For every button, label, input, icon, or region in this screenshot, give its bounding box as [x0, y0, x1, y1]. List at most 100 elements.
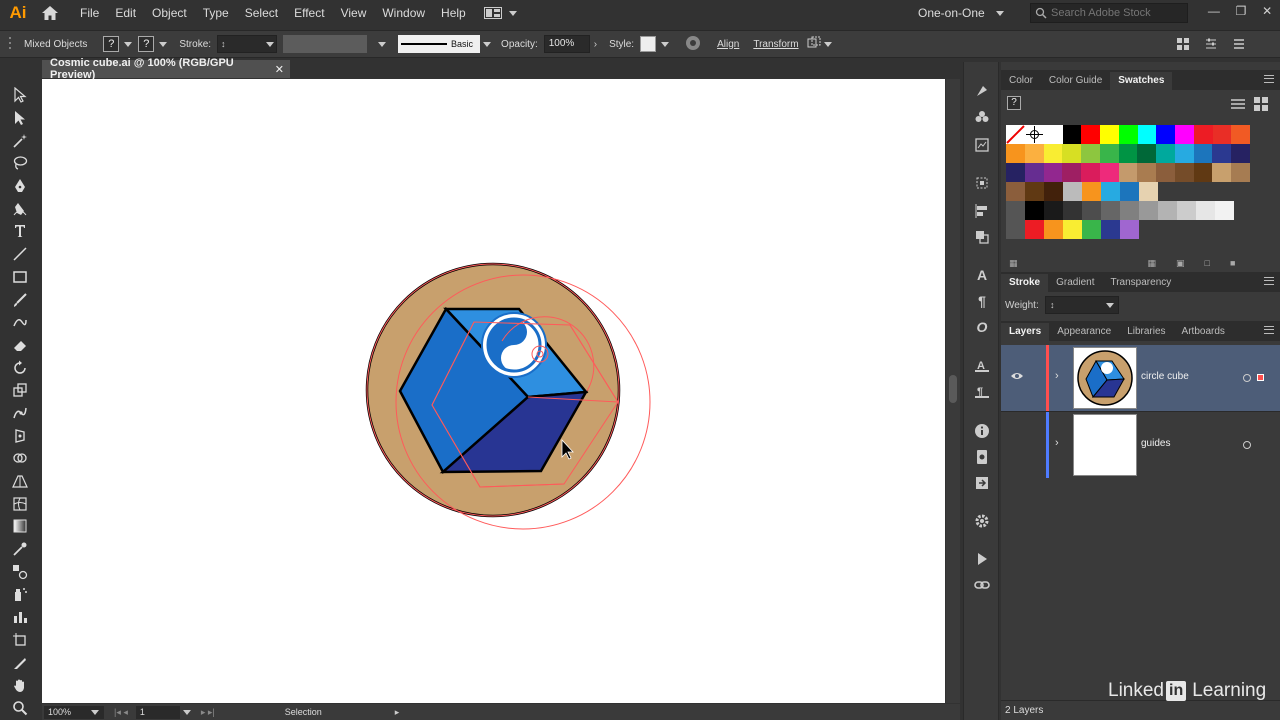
tab-libraries[interactable]: Libraries — [1119, 323, 1173, 341]
color-swatch[interactable] — [1081, 144, 1100, 163]
curvature-tool[interactable] — [8, 197, 32, 220]
color-swatch[interactable] — [1120, 201, 1139, 220]
color-swatch[interactable] — [1006, 163, 1025, 182]
color-swatch[interactable] — [1212, 163, 1232, 182]
grip-icon[interactable] — [8, 36, 12, 53]
color-swatch[interactable] — [1044, 182, 1063, 201]
panel-menu-icon[interactable] — [1264, 326, 1274, 334]
transform-panel-icon[interactable] — [973, 174, 991, 192]
new-color-group-icon[interactable]: ▣ — [1176, 258, 1185, 269]
color-swatch[interactable] — [1062, 144, 1082, 163]
color-swatch[interactable] — [1156, 125, 1176, 144]
brush-definition[interactable]: Basic — [398, 35, 481, 53]
chevron-down-icon[interactable] — [661, 41, 670, 47]
color-swatch[interactable] — [1156, 163, 1175, 182]
color-swatch[interactable] — [1063, 182, 1082, 201]
tab-gradient[interactable]: Gradient — [1048, 274, 1102, 292]
fill-stroke-indicator[interactable]: ? — [1007, 96, 1021, 110]
column-graph-tool[interactable] — [8, 606, 32, 629]
color-swatch[interactable] — [1174, 144, 1194, 163]
vertical-scrollbar[interactable] — [946, 79, 960, 703]
type-tool[interactable] — [8, 220, 32, 243]
color-swatch[interactable] — [1118, 144, 1138, 163]
variable-width-profile[interactable] — [283, 35, 368, 53]
color-swatch[interactable] — [1139, 201, 1158, 220]
layer-row-guides[interactable]: › guides — [1001, 412, 1280, 478]
transform-link[interactable]: Transform — [753, 39, 798, 50]
swatch-options-icon[interactable]: ▦ — [1148, 258, 1157, 269]
close-icon[interactable]: ✕ — [1262, 4, 1272, 18]
tab-transparency[interactable]: Transparency — [1102, 274, 1179, 292]
color-swatch[interactable] — [1174, 163, 1194, 182]
color-swatch[interactable] — [1175, 125, 1194, 144]
color-swatch[interactable] — [1082, 201, 1101, 220]
minimize-icon[interactable]: — — [1208, 4, 1220, 18]
isolate-icon[interactable] — [807, 36, 821, 53]
tab-color-guide[interactable]: Color Guide — [1041, 72, 1110, 90]
lasso-tool[interactable] — [8, 152, 32, 175]
color-swatch[interactable] — [1099, 163, 1119, 182]
color-swatch[interactable] — [1082, 182, 1101, 201]
color-swatch[interactable] — [1231, 163, 1250, 182]
chevron-down-icon[interactable] — [378, 41, 387, 47]
thumbnail-view-icon[interactable] — [1254, 97, 1268, 114]
artboard-tool[interactable] — [8, 629, 32, 652]
color-swatch[interactable] — [1158, 201, 1177, 220]
color-swatch[interactable] — [1044, 125, 1063, 144]
none-swatch[interactable] — [1006, 125, 1025, 144]
scale-tool[interactable] — [8, 379, 32, 402]
color-swatch[interactable] — [1043, 144, 1063, 163]
registration-swatch[interactable] — [1025, 125, 1044, 144]
chevron-down-icon[interactable] — [823, 41, 832, 47]
select-similar-icon[interactable] — [1176, 37, 1190, 54]
color-swatch[interactable] — [1025, 182, 1044, 201]
perspective-grid-tool[interactable] — [8, 470, 32, 493]
color-swatch[interactable] — [1120, 182, 1139, 201]
rectangle-tool[interactable] — [8, 266, 32, 289]
tab-artboards[interactable]: Artboards — [1174, 323, 1233, 341]
color-swatch[interactable] — [1062, 163, 1082, 182]
expand-chevron-icon[interactable]: › — [1055, 437, 1059, 449]
pathfinder-panel-icon[interactable] — [973, 228, 991, 246]
mesh-tool[interactable] — [8, 492, 32, 515]
fill-swatch[interactable]: ? — [103, 36, 120, 52]
menu-window[interactable]: Window — [374, 0, 433, 26]
color-swatch[interactable] — [1120, 220, 1139, 239]
zoom-tool[interactable] — [8, 697, 32, 720]
color-swatch[interactable] — [1025, 201, 1044, 220]
opentype-panel-icon[interactable]: O — [973, 318, 991, 336]
opacity-field[interactable]: 100% — [543, 35, 590, 53]
recolor-artwork-icon[interactable] — [685, 35, 701, 54]
close-tab-icon[interactable]: ✕ — [275, 63, 284, 76]
shape-builder-tool[interactable] — [8, 447, 32, 470]
blend-tool[interactable] — [8, 560, 32, 583]
eye-icon[interactable] — [1010, 371, 1024, 384]
links-panel-icon[interactable] — [973, 474, 991, 492]
artboard-nav-prev[interactable]: |◂ ◂ — [114, 707, 128, 718]
document-tab[interactable]: Cosmic cube.ai @ 100% (RGB/GPU Preview) … — [42, 57, 290, 81]
color-swatch[interactable] — [1006, 220, 1025, 239]
color-swatch[interactable] — [1137, 125, 1157, 144]
eyedropper-tool[interactable] — [8, 538, 32, 561]
rotate-tool[interactable] — [8, 356, 32, 379]
links-chain-icon[interactable] — [973, 576, 991, 594]
menu-edit[interactable]: Edit — [107, 0, 144, 26]
color-swatch[interactable] — [1024, 163, 1044, 182]
color-swatch[interactable] — [1006, 182, 1025, 201]
shaper-tool[interactable] — [8, 311, 32, 334]
zoom-field[interactable]: 100% — [44, 705, 104, 719]
tab-layers[interactable]: Layers — [1001, 323, 1050, 341]
graphic-style-swatch[interactable] — [640, 36, 657, 52]
color-swatch[interactable] — [1101, 220, 1120, 239]
chevron-down-icon[interactable] — [124, 41, 133, 47]
menu-object[interactable]: Object — [144, 0, 195, 26]
info-panel-icon[interactable] — [973, 422, 991, 440]
color-swatch[interactable] — [1118, 125, 1138, 144]
color-swatch[interactable] — [1044, 220, 1063, 239]
tab-color[interactable]: Color — [1001, 72, 1041, 90]
color-swatch[interactable] — [1196, 201, 1215, 220]
artboard-canvas[interactable] — [42, 79, 945, 703]
color-swatch[interactable] — [1212, 125, 1232, 144]
document-info-icon[interactable] — [973, 448, 991, 466]
swatch-libraries-icon[interactable]: ▦ — [1009, 258, 1018, 269]
